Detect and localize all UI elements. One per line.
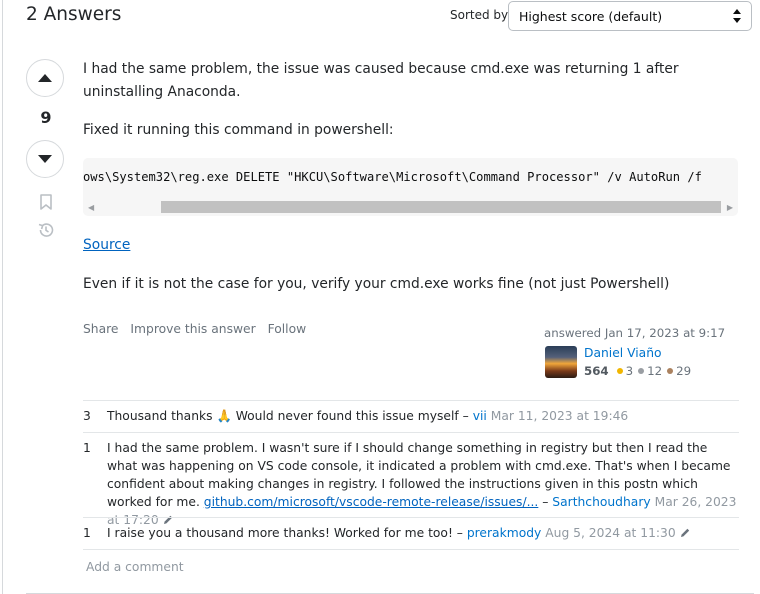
code-block[interactable]: ows\System32\reg.exe DELETE "HKCU\Softwa… bbox=[83, 158, 738, 216]
comment-body: I raise you a thousand more thanks! Work… bbox=[107, 524, 739, 542]
downvote-button[interactable] bbox=[26, 140, 64, 178]
reputation-score: 564 bbox=[584, 364, 609, 378]
edited-pencil-icon[interactable] bbox=[679, 527, 691, 539]
comment-divider bbox=[83, 517, 739, 518]
post-menu: Share Improve this answer Follow bbox=[83, 322, 314, 336]
left-border bbox=[2, 0, 3, 594]
pray-emoji-icon: 🙏 bbox=[216, 409, 232, 423]
answer-paragraph: Even if it is not the case for you, veri… bbox=[83, 276, 670, 292]
improve-answer-link[interactable]: Improve this answer bbox=[130, 322, 255, 336]
gold-badge-icon bbox=[616, 368, 623, 374]
upvote-button[interactable] bbox=[26, 59, 64, 97]
comment-score: 1 bbox=[83, 526, 91, 540]
answer-paragraph: Fixed it running this command in powersh… bbox=[83, 122, 394, 138]
avatar[interactable] bbox=[545, 346, 577, 378]
comment-user-link[interactable]: prerakmody bbox=[467, 526, 541, 540]
horizontal-scrollbar[interactable]: ◀ ▶ bbox=[83, 199, 738, 216]
bookmark-icon[interactable] bbox=[37, 193, 55, 211]
follow-link[interactable]: Follow bbox=[268, 322, 307, 336]
answers-header: 2 Answers Sorted by: Highest score (defa… bbox=[26, 0, 754, 36]
comment-text: I raise you a thousand more thanks! Work… bbox=[107, 526, 453, 540]
comment-external-link[interactable]: github.com/microsoft/vscode-remote-relea… bbox=[204, 495, 539, 509]
sort-label: Sorted by: bbox=[450, 8, 512, 22]
add-comment-link[interactable]: Add a comment bbox=[86, 560, 184, 574]
comment-date[interactable]: Mar 11, 2023 at 19:46 bbox=[491, 409, 628, 423]
comment-text: Would never found this issue myself bbox=[235, 409, 459, 423]
answered-timestamp[interactable]: answered Jan 17, 2023 at 9:17 bbox=[544, 326, 725, 340]
upvote-arrow-icon bbox=[38, 74, 52, 82]
silver-badge-count: 12 bbox=[647, 364, 663, 378]
comment-text: Thousand thanks bbox=[107, 409, 213, 423]
comment-user-link[interactable]: Sarthchoudhary bbox=[552, 495, 650, 509]
sort-select-value: Highest score (default) bbox=[519, 9, 663, 24]
vote-count: 9 bbox=[40, 108, 52, 127]
sort-select[interactable]: Highest score (default) bbox=[508, 1, 752, 31]
comment-divider bbox=[83, 400, 739, 401]
comment-body: Thousand thanks 🙏 Would never found this… bbox=[107, 409, 629, 423]
select-arrows-icon bbox=[733, 9, 741, 23]
user-name-link[interactable]: Daniel Viaño bbox=[584, 346, 662, 360]
code-text: ows\System32\reg.exe DELETE "HKCU\Softwa… bbox=[83, 170, 702, 184]
comment-date[interactable]: Aug 5, 2024 at 11:30 bbox=[545, 526, 675, 540]
silver-badge-icon bbox=[638, 368, 645, 374]
comment-divider bbox=[83, 549, 739, 550]
user-stats: 564 3 12 29 bbox=[584, 364, 694, 378]
history-icon[interactable] bbox=[37, 221, 55, 239]
comment-body: I had the same problem. I wasn't sure if… bbox=[107, 441, 737, 527]
bronze-badge-count: 29 bbox=[676, 364, 692, 378]
answer-paragraph: I had the same problem, the issue was ca… bbox=[83, 61, 679, 100]
scrollbar-thumb[interactable] bbox=[161, 201, 721, 213]
comment-user-link[interactable]: vii bbox=[473, 409, 487, 423]
bronze-badge-icon bbox=[667, 368, 674, 374]
downvote-arrow-icon bbox=[38, 155, 52, 163]
comment-divider bbox=[83, 432, 739, 433]
answers-count-heading: 2 Answers bbox=[26, 4, 122, 25]
scroll-left-arrow-icon[interactable]: ◀ bbox=[88, 203, 94, 212]
share-link[interactable]: Share bbox=[83, 322, 119, 336]
scroll-right-arrow-icon[interactable]: ▶ bbox=[727, 203, 733, 212]
comment-score: 3 bbox=[83, 409, 91, 423]
user-card: answered Jan 17, 2023 at 9:17 Daniel Via… bbox=[544, 326, 744, 386]
comment-score: 1 bbox=[83, 441, 91, 455]
gold-badge-count: 3 bbox=[625, 364, 634, 378]
source-link[interactable]: Source bbox=[83, 234, 130, 257]
